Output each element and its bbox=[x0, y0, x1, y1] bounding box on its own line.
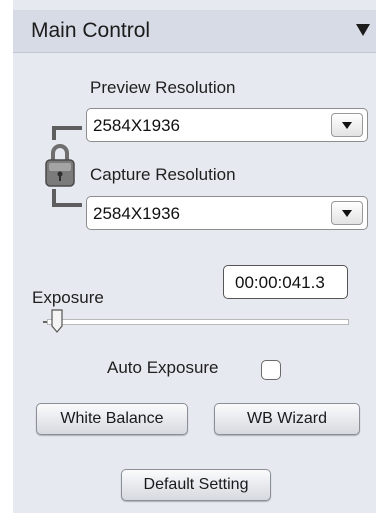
capture-resolution-value: 2584X1936 bbox=[93, 204, 180, 223]
wb-wizard-button[interactable]: WB Wizard bbox=[214, 403, 360, 435]
preview-resolution-label: Preview Resolution bbox=[90, 78, 236, 97]
white-balance-button[interactable]: White Balance bbox=[36, 403, 188, 435]
link-bracket-bottom bbox=[52, 189, 82, 207]
chevron-down-icon[interactable] bbox=[331, 201, 363, 225]
exposure-time-value: 00:00:041.3 bbox=[235, 273, 325, 292]
link-bracket-top bbox=[52, 126, 82, 140]
preview-resolution-value: 2584X1936 bbox=[93, 116, 180, 135]
auto-exposure-checkbox[interactable] bbox=[261, 360, 281, 380]
exposure-slider-thumb[interactable] bbox=[51, 309, 63, 333]
default-setting-button[interactable]: Default Setting bbox=[121, 469, 271, 501]
chevron-down-icon[interactable] bbox=[331, 113, 363, 137]
preview-resolution-select[interactable]: 2584X1936 bbox=[86, 108, 368, 142]
exposure-label: Exposure bbox=[32, 288, 104, 307]
exposure-slider-track[interactable] bbox=[47, 319, 349, 325]
panel-header[interactable]: Main Control bbox=[13, 10, 376, 53]
capture-resolution-select[interactable]: 2584X1936 bbox=[86, 196, 368, 230]
auto-exposure-label: Auto Exposure bbox=[107, 358, 219, 377]
exposure-time-field[interactable]: 00:00:041.3 bbox=[223, 265, 348, 299]
triangle-down-icon[interactable] bbox=[356, 24, 370, 36]
main-control-panel: Main Control Preview Resolution 2584X193… bbox=[13, 0, 376, 513]
panel-title: Main Control bbox=[31, 19, 151, 42]
padlock-icon[interactable] bbox=[43, 139, 77, 189]
capture-resolution-label: Capture Resolution bbox=[90, 165, 236, 184]
